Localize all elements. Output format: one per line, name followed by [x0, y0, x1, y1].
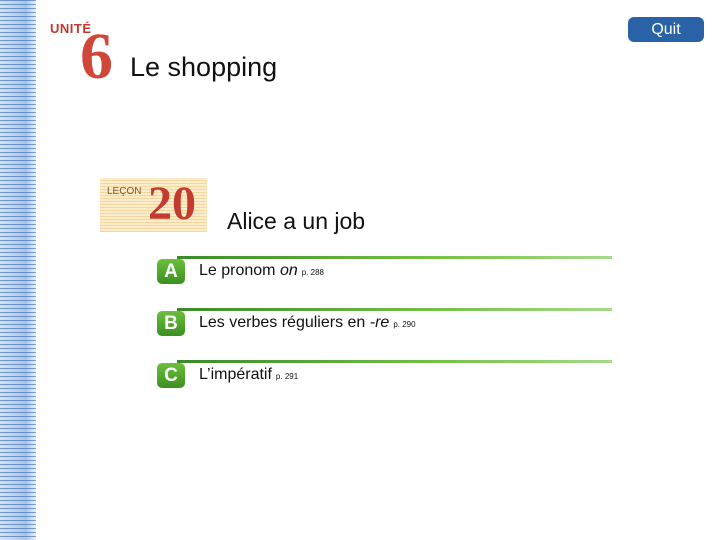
section-text: L’impératif — [199, 366, 272, 383]
section-text: Les verbes réguliers en — [199, 314, 370, 331]
lecon-label: LEÇON — [107, 186, 142, 197]
section-link-a[interactable]: A Le pronom on p. 288 — [157, 256, 612, 286]
section-page-ref: p. 291 — [275, 372, 299, 381]
section-letter-badge[interactable]: B — [157, 311, 185, 336]
section-label[interactable]: Le pronom on p. 288 — [199, 262, 324, 280]
section-page-ref: p. 288 — [301, 268, 324, 277]
section-text: Le pronom — [199, 262, 280, 279]
section-divider — [177, 308, 612, 311]
section-link-c[interactable]: C L’impératif p. 291 — [157, 360, 612, 390]
section-letter-badge[interactable]: C — [157, 363, 185, 388]
quit-button[interactable]: Quit — [628, 17, 704, 42]
unit-title: Le shopping — [130, 52, 278, 82]
side-stripe-decoration — [0, 0, 36, 540]
unit-number: 6 — [80, 20, 113, 93]
section-label[interactable]: L’impératif p. 291 — [199, 366, 298, 384]
section-divider — [177, 360, 612, 363]
section-italic-term: -re — [369, 314, 390, 331]
section-label[interactable]: Les verbes réguliers en -re p. 290 — [199, 314, 416, 332]
section-page-ref: p. 290 — [393, 320, 416, 329]
lesson-title: Alice a un job — [227, 208, 366, 234]
section-divider — [177, 256, 612, 259]
section-link-b[interactable]: B Les verbes réguliers en -re p. 290 — [157, 308, 612, 338]
section-letter-badge[interactable]: A — [157, 259, 185, 284]
section-italic-term: on — [279, 262, 298, 279]
lecon-number: 20 — [148, 177, 196, 230]
